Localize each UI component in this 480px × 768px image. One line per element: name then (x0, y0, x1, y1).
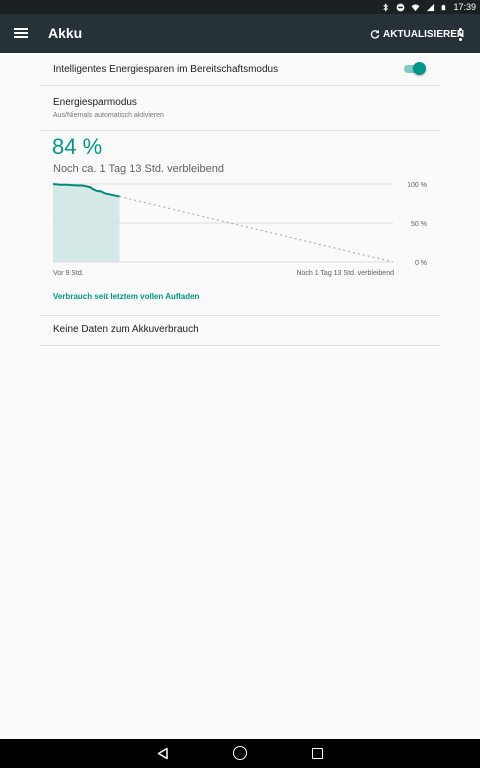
usage-since-full-charge-link[interactable]: Verbrauch seit letztem vollen Aufladen (53, 292, 199, 301)
energy-saver-mode-subtitle: Aus/Niemals automatisch aktivieren (53, 112, 164, 119)
do-not-disturb-icon (397, 3, 405, 11)
energy-saver-mode-row[interactable]: Energiesparmodus Aus/Niemals automatisch… (40, 86, 441, 131)
toggle-thumb (413, 62, 426, 75)
cellular-signal-icon (427, 3, 435, 11)
battery-icon (442, 4, 446, 10)
battery-settings-content: Intelligentes Energiesparen im Bereitsch… (40, 53, 441, 346)
app-bar: Akku AKTUALISIEREN (0, 14, 480, 53)
home-icon[interactable] (233, 746, 247, 760)
no-usage-data-label: Keine Daten zum Akkuverbrauch (53, 324, 199, 335)
overflow-menu-icon[interactable] (457, 26, 465, 42)
refresh-label: AKTUALISIEREN (383, 28, 465, 40)
status-bar: 17:39 (0, 0, 480, 14)
battery-remaining-text: Noch ca. 1 Tag 13 Std. verbleibend (53, 163, 225, 175)
wifi-icon (411, 3, 421, 11)
chart-history-area (53, 184, 120, 262)
chart-projection-line (119, 195, 394, 263)
menu-icon[interactable] (14, 26, 30, 40)
clock: 17:39 (453, 2, 476, 12)
smart-energy-saving-row[interactable]: Intelligentes Energiesparen im Bereitsch… (40, 53, 441, 86)
chart-y-tick-label: 0 % (415, 260, 427, 267)
smart-energy-saving-label: Intelligentes Energiesparen im Bereitsch… (53, 64, 279, 75)
chart-end-label: Noch 1 Tag 13 Std. verbleibend (296, 270, 394, 277)
battery-history-chart: 100 % 50 % 0 % (52, 182, 427, 267)
chart-y-tick-label: 50 % (411, 221, 427, 228)
chart-start-label: Vor 9 Std. (53, 270, 84, 277)
recent-apps-icon[interactable] (312, 748, 323, 759)
refresh-button[interactable]: AKTUALISIEREN (370, 25, 464, 43)
battery-percent: 84 % (52, 134, 103, 159)
navigation-bar (0, 739, 480, 768)
battery-status-block: 84 % Noch ca. 1 Tag 13 Std. verbleibend … (40, 131, 441, 316)
smart-energy-saving-toggle[interactable] (404, 62, 426, 76)
no-usage-data-row: Keine Daten zum Akkuverbrauch (40, 316, 441, 346)
energy-saver-mode-label: Energiesparmodus (53, 97, 137, 108)
back-icon[interactable] (157, 747, 169, 760)
refresh-icon (370, 29, 380, 39)
chart-y-tick-label: 100 % (407, 182, 427, 189)
page-title: Akku (48, 25, 83, 41)
bluetooth-icon (383, 2, 389, 12)
